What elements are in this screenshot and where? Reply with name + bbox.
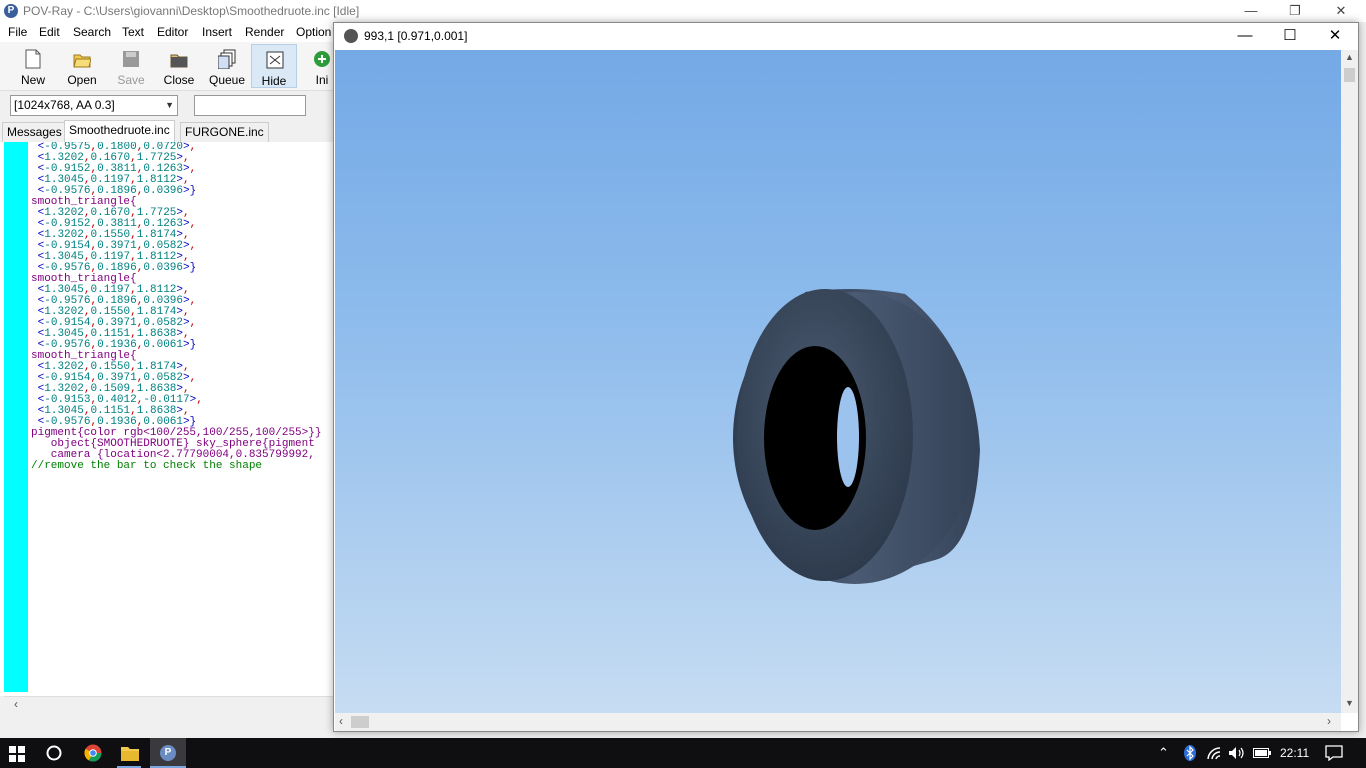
menu-render[interactable]: Render: [245, 25, 284, 39]
code-editor[interactable]: <-0.9575,0.1800,0.0720>, <1.3202,0.1670,…: [0, 142, 334, 696]
render-maximize-button[interactable]: ☐: [1267, 23, 1313, 49]
minimize-button[interactable]: —: [1228, 0, 1274, 22]
tab-smoothedruote[interactable]: Smoothedruote.inc: [64, 120, 175, 143]
hide-button[interactable]: Hide: [251, 44, 297, 88]
menu-bar: File Edit Search Text Editor Insert Rend…: [0, 22, 340, 42]
code-line: //remove the bar to check the shape: [31, 460, 263, 472]
chevron-down-icon: ▼: [165, 100, 174, 110]
chrome-icon[interactable]: [84, 744, 102, 762]
code-text[interactable]: <-0.9575,0.1800,0.0720>, <1.3202,0.1670,…: [31, 142, 334, 472]
povray-render-icon: [344, 29, 358, 43]
menu-options[interactable]: Option: [296, 25, 331, 39]
render-window: 993,1 [0.971,0.001] — ☐ ✕ ▲ ▼ ‹ ›: [333, 22, 1359, 732]
open-folder-icon: [73, 54, 91, 68]
close-button[interactable]: Close: [156, 44, 202, 88]
povray-taskbar-button[interactable]: P: [150, 738, 186, 768]
hide-icon: [266, 51, 284, 69]
restore-button[interactable]: ❐: [1272, 0, 1318, 22]
menu-file[interactable]: File: [8, 25, 27, 39]
save-button[interactable]: Save: [108, 44, 154, 88]
povray-icon: P: [160, 745, 176, 761]
tab-furgone[interactable]: FURGONE.inc: [180, 122, 269, 142]
save-label: Save: [117, 73, 145, 87]
editor-tabs: Messages Smoothedruote.inc FURGONE.inc: [0, 120, 340, 143]
chevron-up-icon[interactable]: ⌃: [1158, 745, 1169, 761]
render-window-title: 993,1 [0.971,0.001]: [364, 29, 468, 43]
menu-editor[interactable]: Editor: [157, 25, 188, 39]
povray-app-icon: P: [4, 4, 18, 18]
render-vertical-scrollbar[interactable]: ▲ ▼: [1341, 50, 1358, 713]
save-icon: [123, 51, 139, 67]
render-settings-bar: [1024x768, AA 0.3] ▼: [0, 91, 340, 119]
queue-icon: [218, 49, 236, 69]
editor-gutter: [4, 142, 28, 692]
close-file-icon: [170, 54, 188, 68]
vertical-scroll-thumb[interactable]: [1344, 68, 1355, 82]
battery-icon[interactable]: [1253, 748, 1271, 758]
new-file-icon: [25, 49, 41, 69]
tab-messages[interactable]: Messages: [2, 122, 67, 142]
new-button[interactable]: New: [10, 44, 56, 88]
queue-label: Queue: [208, 73, 246, 87]
scroll-up-icon[interactable]: ▲: [1345, 52, 1354, 62]
open-label: Open: [67, 73, 97, 87]
main-window-title: POV-Ray - C:\Users\giovanni\Desktop\Smoo…: [23, 4, 360, 18]
bluetooth-icon[interactable]: [1184, 745, 1196, 761]
menu-edit[interactable]: Edit: [39, 25, 60, 39]
main-title-bar: P POV-Ray - C:\Users\giovanni\Desktop\Sm…: [0, 0, 1366, 22]
ini-icon: [314, 51, 330, 67]
menu-insert[interactable]: Insert: [202, 25, 232, 39]
new-label: New: [20, 73, 45, 87]
menu-text[interactable]: Text: [122, 25, 144, 39]
queue-button[interactable]: Queue: [204, 44, 250, 88]
cortana-icon[interactable]: [46, 745, 62, 761]
hide-label: Hide: [261, 74, 287, 88]
command-line-input[interactable]: [194, 95, 306, 116]
render-minimize-button[interactable]: —: [1222, 23, 1268, 49]
scroll-right-icon[interactable]: ›: [1327, 714, 1331, 728]
horizontal-scroll-thumb[interactable]: [351, 716, 369, 728]
toolbar: New Open Save Close Queue Hide Ini: [0, 42, 340, 91]
scroll-left-icon[interactable]: ‹: [339, 714, 343, 728]
volume-icon[interactable]: [1228, 746, 1246, 760]
scroll-down-icon[interactable]: ▼: [1345, 698, 1354, 708]
file-explorer-icon[interactable]: [121, 745, 139, 761]
notification-icon[interactable]: [1325, 745, 1343, 761]
render-title-bar: 993,1 [0.971,0.001] — ☐ ✕: [334, 23, 1358, 49]
render-horizontal-scrollbar[interactable]: ‹ ›: [335, 713, 1341, 731]
windows-start-icon[interactable]: [9, 746, 25, 762]
clock-time[interactable]: 22:11: [1280, 746, 1309, 760]
taskbar: P ⌃ 22:11: [0, 738, 1366, 768]
rendered-tire: [733, 288, 980, 584]
render-output: [335, 50, 1341, 713]
editor-horizontal-scrollbar[interactable]: ‹: [4, 696, 334, 713]
network-icon[interactable]: [1206, 746, 1222, 760]
scroll-left-icon[interactable]: ‹: [14, 697, 18, 711]
menu-search[interactable]: Search: [73, 25, 111, 39]
render-close-button[interactable]: ✕: [1312, 23, 1358, 49]
resolution-select[interactable]: [1024x768, AA 0.3] ▼: [10, 95, 178, 116]
resolution-value: [1024x768, AA 0.3]: [14, 98, 115, 112]
close-label: Close: [163, 73, 195, 87]
close-window-button[interactable]: ✕: [1318, 0, 1364, 22]
open-button[interactable]: Open: [59, 44, 105, 88]
